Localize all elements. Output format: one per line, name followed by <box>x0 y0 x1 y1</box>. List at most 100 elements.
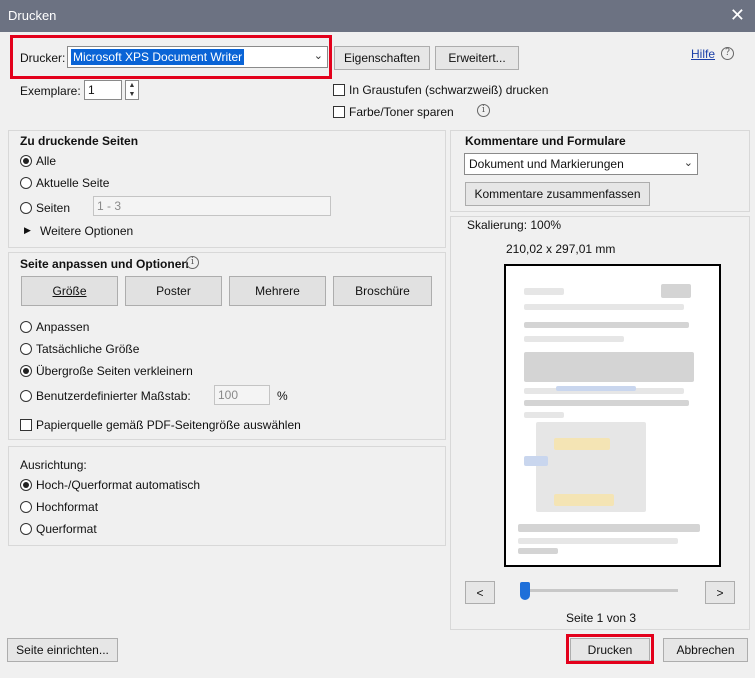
sizing-panel-title: Seite anpassen und Optionen <box>20 257 189 271</box>
preview-content-block <box>556 386 636 391</box>
radio-all-label: Alle <box>36 154 57 168</box>
preview-content-block <box>524 288 564 295</box>
checkbox-box[interactable] <box>333 84 345 96</box>
grayscale-checkbox[interactable]: In Graustufen (schwarzweiß) drucken <box>333 83 548 97</box>
info-icon[interactable]: i <box>477 104 490 117</box>
pages-panel-title: Zu druckende Seiten <box>20 134 139 148</box>
comments-selected-value: Dokument und Markierungen <box>469 157 624 171</box>
preview-content-block <box>524 400 689 406</box>
radio-auto-label: Hoch-/Querformat automatisch <box>36 478 201 492</box>
radio-current-page[interactable]: Aktuelle Seite <box>20 176 109 190</box>
radio-button[interactable] <box>20 343 32 355</box>
preview-content-block <box>524 304 684 310</box>
radio-pages[interactable]: Seiten <box>20 201 70 215</box>
radio-button[interactable] <box>20 177 32 189</box>
cancel-button[interactable]: Abbrechen <box>663 638 748 662</box>
advanced-button[interactable]: Erweitert... <box>435 46 519 70</box>
page-indicator: Seite 1 von 3 <box>566 611 637 625</box>
copies-input[interactable]: 1 <box>84 80 122 100</box>
page-slider-thumb[interactable] <box>520 582 530 600</box>
size-tab-button[interactable]: Größe <box>21 276 118 306</box>
radio-all[interactable]: Alle <box>20 154 56 168</box>
window-title: Drucken <box>8 8 57 23</box>
page-preview <box>504 264 721 567</box>
page-setup-button[interactable]: Seite einrichten... <box>7 638 118 662</box>
grayscale-label: In Graustufen (schwarzweiß) drucken <box>349 83 549 97</box>
expand-triangle-icon[interactable]: ▶ <box>24 225 31 236</box>
close-icon[interactable]: ✕ <box>730 5 745 26</box>
radio-shrink-label: Übergroße Seiten verkleinern <box>36 364 193 378</box>
help-question-icon[interactable]: ? <box>721 47 734 60</box>
radio-actual-size[interactable]: Tatsächliche Größe <box>20 342 139 356</box>
radio-current-label: Aktuelle Seite <box>36 176 110 190</box>
radio-portrait[interactable]: Hochformat <box>20 500 98 514</box>
preview-content-block <box>661 284 691 298</box>
comments-select[interactable]: Dokument und Markierungen ⌄ <box>464 153 698 175</box>
custom-scale-input[interactable]: 100 <box>214 385 270 405</box>
copies-label: Exemplare: <box>20 84 81 98</box>
preview-content-block <box>524 456 548 466</box>
custom-scale-value: 100 <box>218 388 239 402</box>
paper-source-label: Papierquelle gemäß PDF-Seitengröße auswä… <box>36 418 301 432</box>
percent-label: % <box>277 389 288 403</box>
summarize-comments-button[interactable]: Kommentare zusammenfassen <box>465 182 650 206</box>
radio-button[interactable] <box>20 202 32 214</box>
paper-size-label: 210,02 x 297,01 mm <box>506 242 616 256</box>
preview-content-block <box>518 548 558 554</box>
save-ink-label: Farbe/Toner sparen <box>349 105 454 119</box>
save-ink-checkbox[interactable]: Farbe/Toner sparen <box>333 105 454 119</box>
stepper-up-icon[interactable]: ▲ <box>126 81 138 90</box>
multiple-tab-button[interactable]: Mehrere <box>229 276 326 306</box>
page-range-input[interactable]: 1 - 3 <box>93 196 331 216</box>
preview-content-block <box>518 524 700 532</box>
radio-button[interactable] <box>20 155 32 167</box>
help-link[interactable]: Hilfe <box>691 47 715 61</box>
radio-button[interactable] <box>20 390 32 402</box>
print-dialog: Drucken ✕ Drucker: Microsoft XPS Documen… <box>0 0 755 678</box>
preview-content-block <box>518 538 678 544</box>
info-icon[interactable]: i <box>186 256 199 269</box>
radio-custom-label: Benutzerdefinierter Maßstab: <box>36 389 191 403</box>
radio-shrink[interactable]: Übergroße Seiten verkleinern <box>20 364 193 378</box>
properties-button[interactable]: Eigenschaften <box>334 46 430 70</box>
preview-content-block <box>554 438 610 450</box>
radio-button[interactable] <box>20 479 32 491</box>
poster-tab-button[interactable]: Poster <box>125 276 222 306</box>
page-range-value: 1 - 3 <box>97 199 122 213</box>
more-options-link[interactable]: Weitere Optionen <box>40 224 133 238</box>
radio-actual-label: Tatsächliche Größe <box>36 342 140 356</box>
copies-value: 1 <box>88 83 95 97</box>
radio-orientation-auto[interactable]: Hoch-/Querformat automatisch <box>20 478 200 492</box>
booklet-tab-button[interactable]: Broschüre <box>333 276 432 306</box>
radio-fit[interactable]: Anpassen <box>20 320 89 334</box>
chevron-down-icon: ⌄ <box>683 157 693 169</box>
orientation-title: Ausrichtung: <box>20 458 87 472</box>
previous-page-button[interactable]: < <box>465 581 495 604</box>
printer-select[interactable]: Microsoft XPS Document Writer ⌄ <box>67 46 328 68</box>
radio-pages-label: Seiten <box>36 201 71 215</box>
radio-button[interactable] <box>20 365 32 377</box>
print-button[interactable]: Drucken <box>570 638 650 661</box>
checkbox-box[interactable] <box>333 106 345 118</box>
radio-fit-label: Anpassen <box>36 320 90 334</box>
copies-stepper[interactable]: ▲ ▼ <box>125 80 139 100</box>
checkbox-box[interactable] <box>20 419 32 431</box>
radio-button[interactable] <box>20 501 32 513</box>
printer-label: Drucker: <box>20 51 66 65</box>
preview-content-block <box>524 412 564 418</box>
title-bar: Drucken ✕ <box>0 0 755 32</box>
radio-custom-scale[interactable]: Benutzerdefinierter Maßstab: <box>20 389 191 403</box>
comments-panel-title: Kommentare und Formulare <box>465 134 626 148</box>
page-slider-track[interactable] <box>520 589 678 592</box>
radio-landscape[interactable]: Querformat <box>20 522 97 536</box>
preview-content-block <box>524 352 694 382</box>
radio-button[interactable] <box>20 321 32 333</box>
printer-selected-value: Microsoft XPS Document Writer <box>71 49 245 65</box>
radio-portrait-label: Hochformat <box>36 500 99 514</box>
stepper-down-icon[interactable]: ▼ <box>126 90 138 99</box>
radio-landscape-label: Querformat <box>36 522 97 536</box>
paper-source-checkbox[interactable]: Papierquelle gemäß PDF-Seitengröße auswä… <box>20 418 301 432</box>
radio-button[interactable] <box>20 523 32 535</box>
next-page-button[interactable]: > <box>705 581 735 604</box>
preview-content-block <box>524 336 624 342</box>
